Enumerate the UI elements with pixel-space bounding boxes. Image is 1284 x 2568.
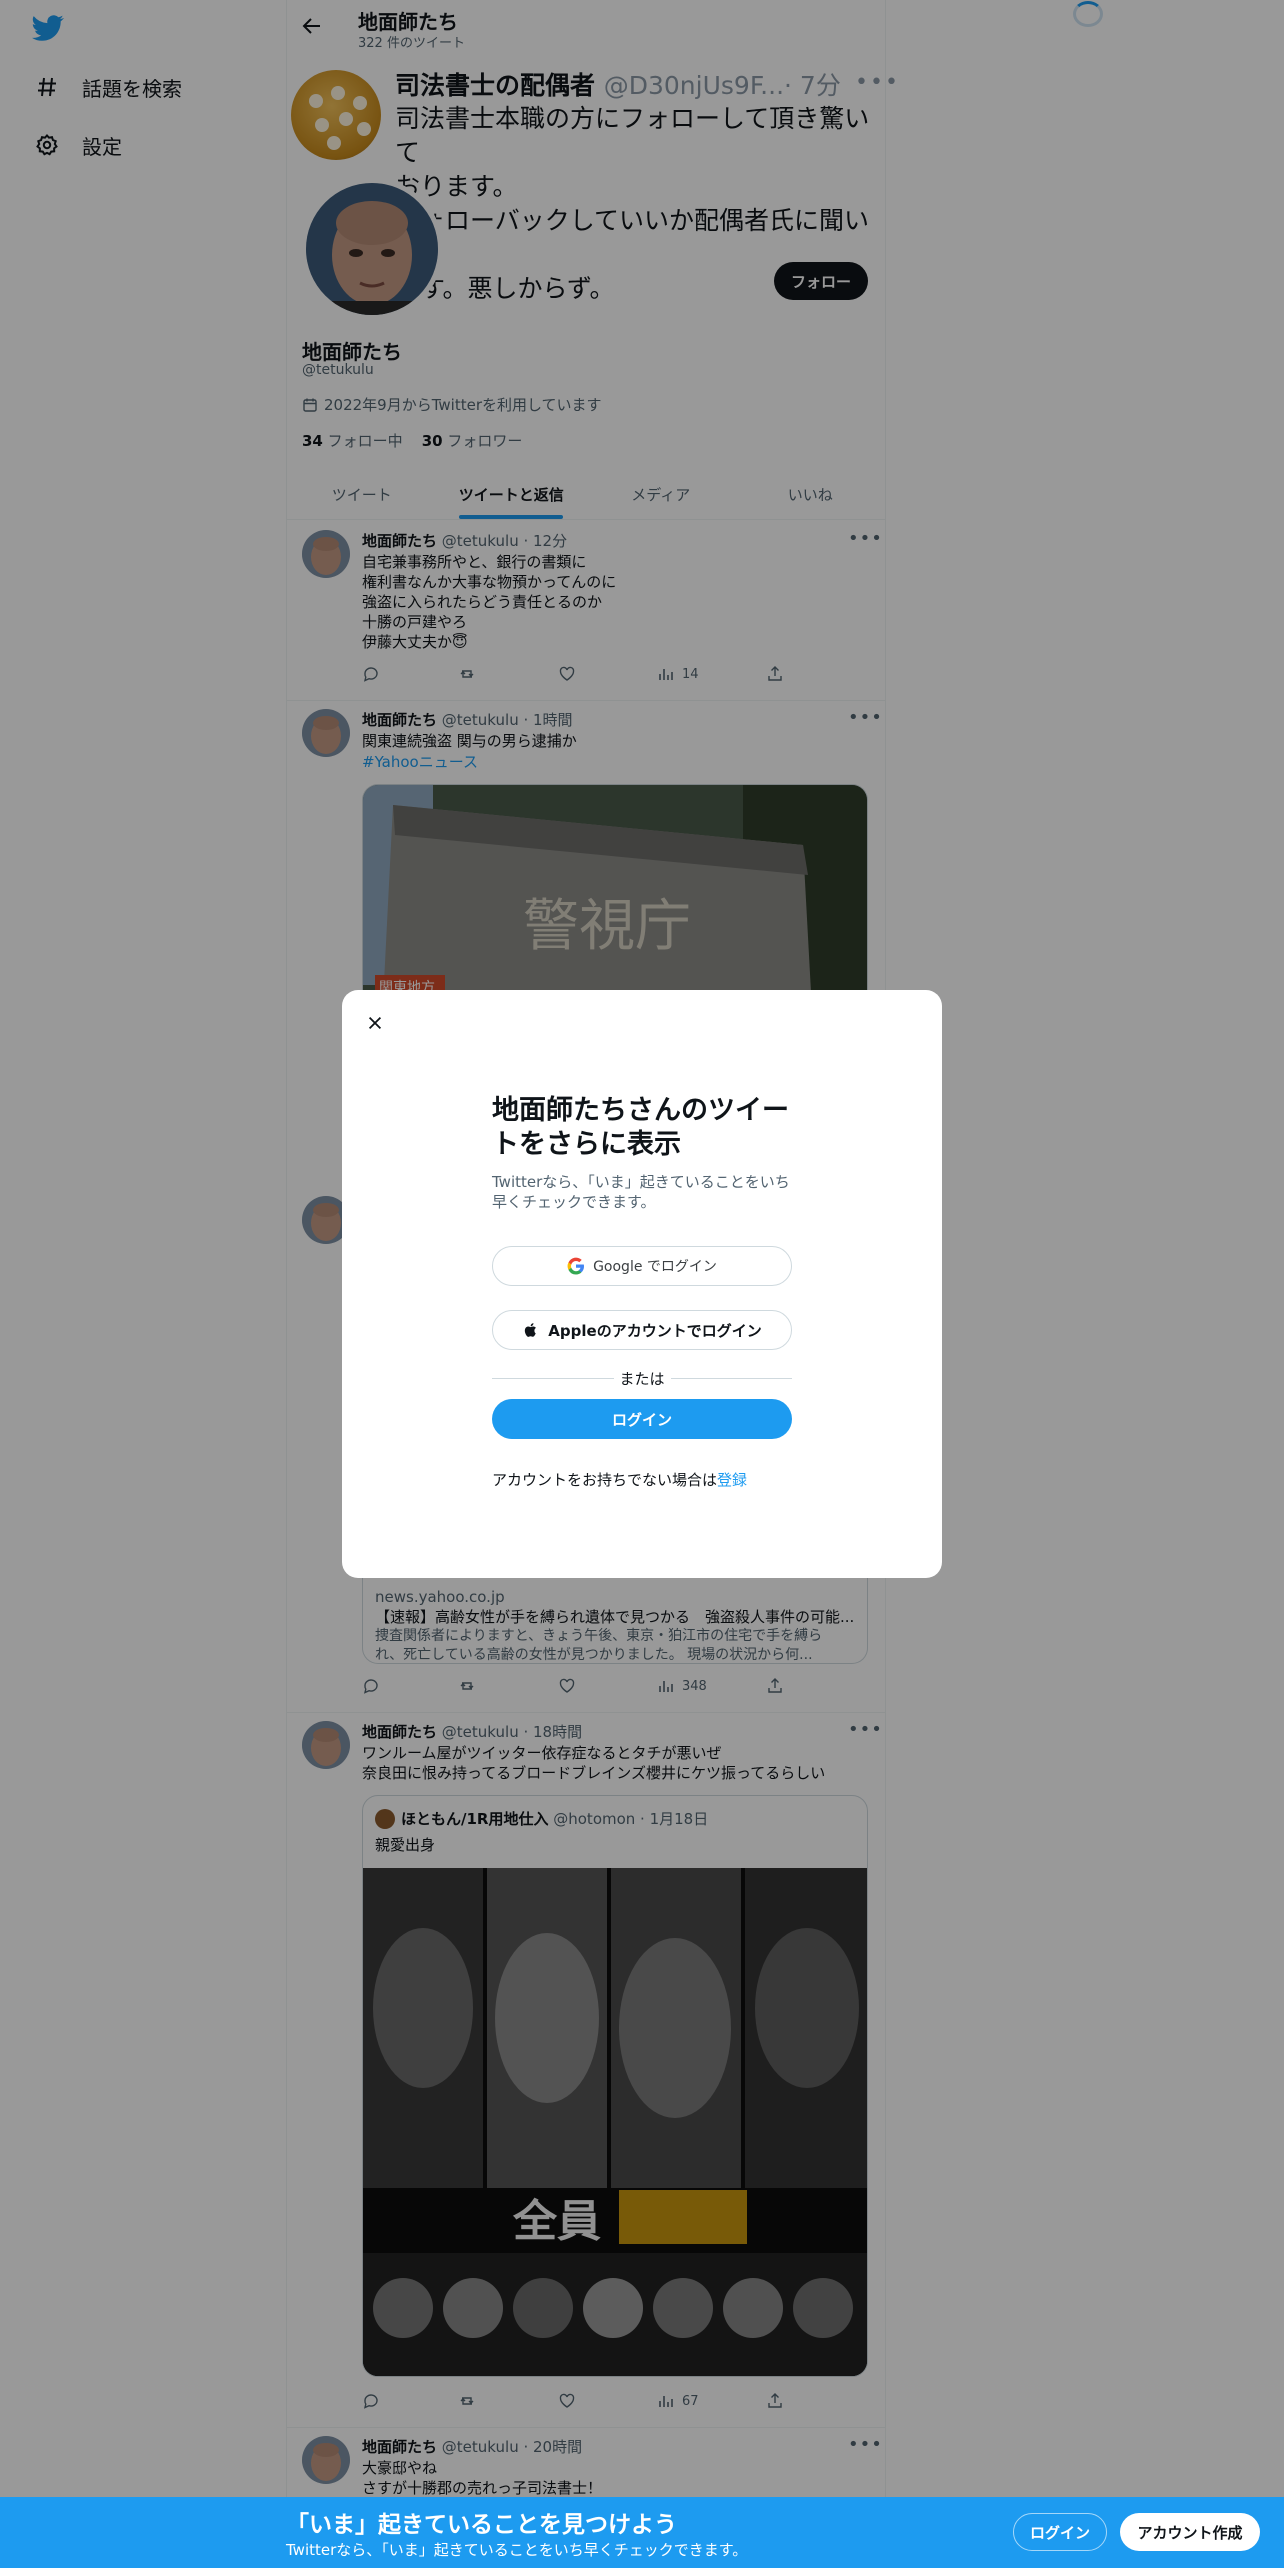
modal-title: 地面師たちさんのツイートをさらに表示: [492, 1095, 789, 1160]
apple-icon: [525, 1323, 537, 1337]
or-divider: または: [492, 1368, 792, 1389]
google-icon: [567, 1257, 585, 1275]
modal-subtitle: Twitterなら、「いま」起きていることをいち早くチェックできます。: [492, 1173, 790, 1211]
apple-login-label: Appleのアカウントでログイン: [548, 1321, 762, 1340]
bottom-signup-bar: 「いま」起きていることを見つけよう Twitterなら、「いま」起きていることを…: [0, 2497, 1284, 2568]
bottom-bar-subtitle: Twitterなら、「いま」起きていることをいち早くチェックできます。: [286, 2541, 748, 2559]
login-modal: 地面師たちさんのツイートをさらに表示 Twitterなら、「いま」起きていること…: [342, 990, 942, 1578]
google-login-button[interactable]: Google でログイン: [492, 1246, 792, 1286]
bottom-signup-button[interactable]: アカウント作成: [1120, 2513, 1260, 2551]
apple-login-button[interactable]: Appleのアカウントでログイン: [492, 1310, 792, 1350]
bottom-bar-title: 「いま」起きていることを見つけよう: [286, 2512, 677, 2538]
login-button[interactable]: ログイン: [492, 1399, 792, 1439]
bottom-login-button[interactable]: ログイン: [1013, 2513, 1107, 2551]
signup-prefix: アカウントをお持ちでない場合は: [492, 1471, 718, 1489]
modal-content: 地面師たちさんのツイートをさらに表示 Twitterなら、「いま」起きていること…: [492, 1094, 792, 1490]
signup-prompt: アカウントをお持ちでない場合は登録: [492, 1469, 792, 1490]
google-login-label: Google でログイン: [593, 1259, 717, 1275]
or-label: または: [619, 1370, 665, 1388]
close-icon[interactable]: [358, 1006, 392, 1040]
signup-link[interactable]: 登録: [717, 1471, 747, 1489]
